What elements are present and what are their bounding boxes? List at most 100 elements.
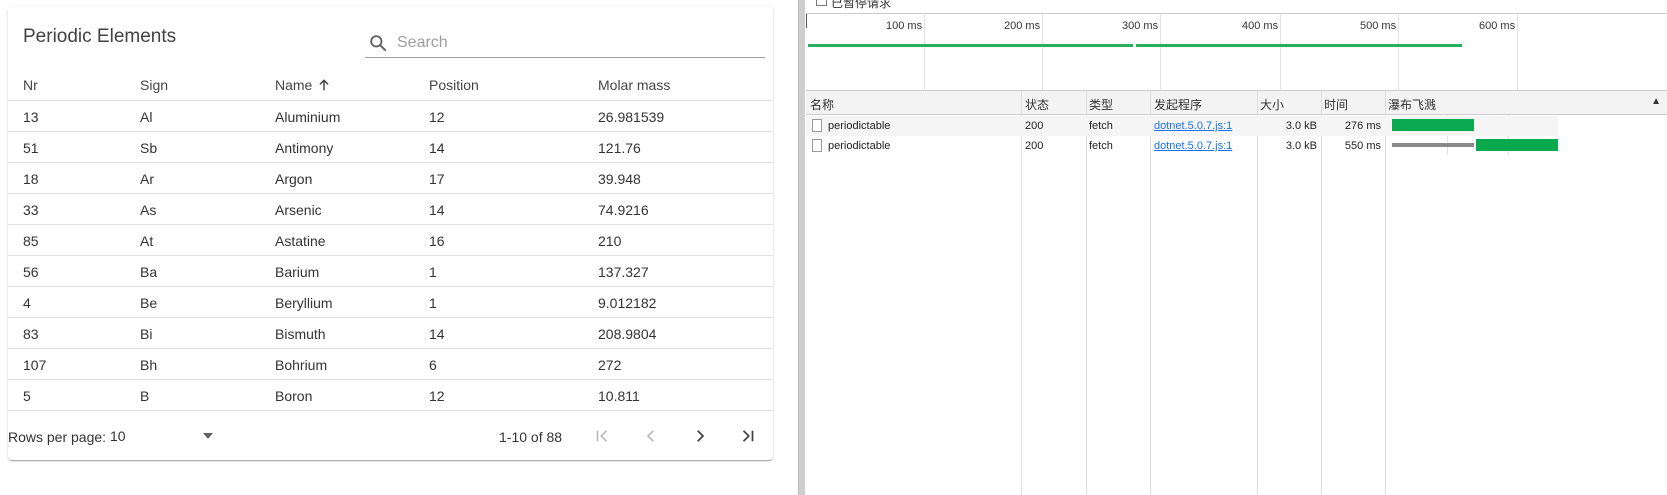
cell-nr: 107 [23, 357, 47, 373]
cell-name: Arsenic [275, 202, 322, 218]
cell-name: Argon [275, 171, 313, 187]
waterfall-waiting-bar [1392, 143, 1474, 147]
cell-sign: Ba [140, 264, 158, 280]
request-row[interactable]: periodictable 200 fetch dotnet.5.0.7.js:1 3.… [806, 136, 1558, 156]
timeline-request-line [1136, 44, 1462, 47]
cell-sign: At [140, 233, 154, 249]
request-row[interactable]: periodictable 200 fetch dotnet.5.0.7.js:1 3.… [806, 116, 1558, 136]
request-grid: 名称 状态 类型 发起程序 大小 时间 瀑布飞溅 ▲ periodictable 200 fetc… [806, 91, 1667, 495]
table-row[interactable]: 33 As Arsenic 14 74.9216 [8, 194, 773, 225]
table-row[interactable]: 18 Ar Argon 17 39.948 [8, 163, 773, 194]
cell-name: Bohrium [275, 357, 328, 373]
cell-position: 12 [429, 388, 445, 404]
header-time[interactable]: 时间 [1324, 96, 1348, 113]
panel-splitter[interactable] [798, 0, 805, 495]
first-page-button[interactable] [589, 423, 615, 449]
request-time: 276 ms [1344, 120, 1381, 132]
cell-molar-mass: 137.327 [598, 264, 649, 280]
request-type: fetch [1089, 120, 1113, 132]
timeline-tick-label: 400 ms [1242, 20, 1279, 32]
cell-sign: Ar [140, 171, 154, 187]
column-header-name[interactable]: Name [275, 77, 331, 93]
cell-name: Barium [275, 264, 320, 280]
cell-sign: B [140, 388, 150, 404]
cell-sign: Sb [140, 140, 158, 156]
column-label: Position [429, 77, 479, 93]
cell-name: Antimony [275, 140, 334, 156]
cell-nr: 83 [23, 326, 39, 342]
previous-page-button[interactable] [638, 423, 664, 449]
table-row[interactable]: 4 Be Beryllium 1 9.012182 [8, 287, 773, 318]
request-name: periodictable [828, 140, 891, 152]
periodic-table-card: Periodic Elements Nr Sign Name Position … [8, 6, 773, 460]
column-header-sign[interactable]: Sign [140, 77, 168, 93]
pause-requests-label: 已暂停请求 [831, 0, 892, 10]
column-label: Molar mass [598, 77, 671, 93]
timeline-tick-label: 500 ms [1360, 20, 1397, 32]
search-icon [370, 34, 387, 51]
document-icon [812, 119, 822, 132]
header-size[interactable]: 大小 [1260, 96, 1284, 113]
cell-position: 14 [429, 326, 445, 342]
cell-molar-mass: 39.948 [598, 171, 641, 187]
request-type: fetch [1089, 140, 1113, 152]
table-row[interactable]: 51 Sb Antimony 14 121.76 [8, 132, 773, 163]
header-waterfall[interactable]: 瀑布飞溅 [1388, 96, 1436, 113]
column-label: Name [275, 77, 313, 93]
cell-nr: 5 [23, 388, 31, 404]
table-row[interactable]: 85 At Astatine 16 210 [8, 225, 773, 256]
cell-molar-mass: 26.981539 [598, 109, 665, 125]
cell-sign: Bh [140, 357, 158, 373]
table-row[interactable]: 107 Bh Bohrium 6 272 [8, 349, 773, 380]
request-initiator[interactable]: dotnet.5.0.7.js:1 [1154, 120, 1232, 132]
timeline-gridline [1042, 14, 1043, 90]
header-name[interactable]: 名称 [810, 96, 834, 113]
timeline-gridline [1160, 14, 1161, 90]
table-row[interactable]: 13 Al Aluminium 12 26.981539 [8, 101, 773, 132]
header-status[interactable]: 状态 [1025, 96, 1049, 113]
rows-per-page-select[interactable]: 10 [110, 425, 214, 447]
table-row[interactable]: 83 Bi Bismuth 14 208.9804 [8, 318, 773, 349]
header-initiator[interactable]: 发起程序 [1154, 96, 1202, 113]
waterfall-download-bar [1392, 119, 1474, 131]
cell-position: 14 [429, 140, 445, 156]
cell-nr: 13 [23, 109, 39, 125]
document-icon [812, 139, 822, 152]
column-header-position[interactable]: Position [429, 77, 479, 93]
cell-nr: 33 [23, 202, 39, 218]
cell-sign: As [140, 202, 157, 218]
header-type[interactable]: 类型 [1089, 96, 1113, 113]
search-input[interactable] [397, 33, 737, 52]
pause-requests-checkbox[interactable] [816, 0, 827, 6]
cell-molar-mass: 121.76 [598, 140, 641, 156]
cell-molar-mass: 272 [598, 357, 622, 373]
timeline-tick-label: 600 ms [1479, 20, 1516, 32]
column-header-nr[interactable]: Nr [23, 77, 38, 93]
devtools-network-panel: 已暂停请求 100 ms 200 ms 300 ms 400 ms 500 ms 600 … [806, 0, 1667, 495]
next-page-button[interactable] [687, 423, 713, 449]
column-label: Nr [23, 77, 38, 93]
cell-position: 1 [429, 295, 437, 311]
table-header: Nr Sign Name Position Molar mass [8, 70, 773, 101]
cell-name: Beryllium [275, 295, 333, 311]
page-title: Periodic Elements [23, 26, 177, 47]
timeline-tick-label: 300 ms [1122, 20, 1159, 32]
last-page-button[interactable] [735, 423, 761, 449]
cell-sign: Be [140, 295, 158, 311]
column-header-molar-mass[interactable]: Molar mass [598, 77, 670, 93]
cell-molar-mass: 210 [598, 233, 622, 249]
timeline-gridline [1280, 14, 1281, 90]
request-name: periodictable [828, 120, 891, 132]
search-box [365, 28, 765, 58]
request-initiator[interactable]: dotnet.5.0.7.js:1 [1154, 140, 1232, 152]
table-row[interactable]: 56 Ba Barium 1 137.327 [8, 256, 773, 287]
first-page-icon [596, 430, 608, 442]
request-status: 200 [1025, 120, 1044, 132]
cell-position: 14 [429, 202, 445, 218]
table-row[interactable]: 5 B Boron 12 10.811 [8, 380, 773, 411]
cell-position: 1 [429, 264, 437, 280]
timeline-overview[interactable]: 100 ms 200 ms 300 ms 400 ms 500 ms 600 ms [806, 13, 1667, 91]
cell-nr: 4 [23, 295, 31, 311]
last-page-icon [742, 430, 754, 442]
rows-per-page-value: 10 [110, 428, 126, 444]
